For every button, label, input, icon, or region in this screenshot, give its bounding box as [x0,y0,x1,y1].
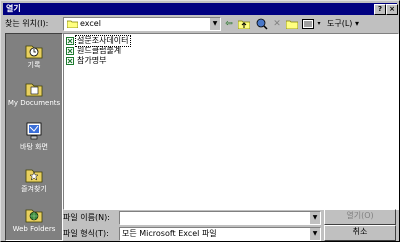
help-button[interactable]: ? [374,4,386,15]
file-name: 원드클럽출계 [77,46,122,55]
list-item[interactable]: 참가명부 [66,56,107,66]
list-item[interactable]: 원드클럽출계 [66,46,122,56]
place-label: My Documents [7,99,61,107]
open-dialog: 열기 ? × 찾는 위치(I): excel ▼ ⇦ ✕ ▾ 도구(L) ▾ 기… [0,0,400,242]
place-label: 바탕 화면 [20,143,48,151]
my-documents-icon [25,83,43,97]
excel-file-icon [66,37,74,45]
place-favorites[interactable]: 즐겨찾기 [6,164,62,193]
cancel-button[interactable]: 취소 [324,225,396,241]
filetype-select[interactable]: 모든 Microsoft Excel 파일 ▼ [119,227,321,241]
excel-file-icon [66,57,74,65]
title-bar[interactable]: 열기 ? × [3,3,398,15]
look-in-label: 찾는 위치(I): [5,19,49,28]
filename-label: 파일 이름(N): [63,213,110,222]
chevron-down-icon[interactable]: ▼ [209,18,220,30]
favorites-icon [25,169,43,183]
folder-icon [67,20,78,28]
filetype-value: 모든 Microsoft Excel 파일 [122,229,217,238]
file-name: 설문조사데이터 [75,35,131,47]
tools-menu[interactable]: 도구(L) ▾ [327,19,359,29]
place-my-documents[interactable]: My Documents [6,80,62,107]
file-name: 참가명부 [77,56,107,65]
up-folder-icon[interactable] [237,17,251,31]
file-list[interactable]: 설문조사데이터 원드클럽출계 참가명부 [63,33,399,210]
place-history[interactable]: 기록 [6,40,62,69]
new-folder-icon[interactable] [285,17,299,31]
window-title: 열기 [6,4,21,13]
look-in-combo[interactable]: excel ▼ [63,17,221,31]
chevron-down-icon[interactable]: ▼ [309,212,320,224]
cancel-button-label: 취소 [352,227,368,236]
views-icon[interactable] [301,17,315,31]
delete-icon[interactable]: ✕ [271,17,283,31]
look-in-value: excel [80,19,101,28]
place-label: 즐겨찾기 [21,185,47,193]
chevron-down-icon[interactable]: ▼ [309,228,320,240]
place-label: 기록 [27,61,41,69]
excel-file-icon [66,47,74,55]
close-button[interactable]: × [386,4,398,15]
places-bar: 기록 My Documents 바탕 화면 즐겨찾기 Web Folders [5,33,63,241]
filetype-label: 파일 형식(T): [63,229,109,238]
place-label: Web Folders [12,225,56,233]
history-icon [25,45,43,59]
web-folders-icon [25,209,43,223]
back-arrow-icon[interactable]: ⇦ [223,17,235,31]
list-item[interactable]: 설문조사데이터 [66,35,131,47]
open-button-label: 열기(O) [346,211,374,220]
open-button[interactable]: 열기(O) [324,209,396,225]
place-web-folders[interactable]: Web Folders [6,204,62,233]
search-web-icon[interactable] [255,17,269,31]
views-dropdown-icon[interactable]: ▾ [316,17,322,31]
place-desktop[interactable]: 바탕 화면 [6,122,62,151]
filename-input[interactable]: ▼ [119,211,321,225]
desktop-icon [26,122,42,140]
